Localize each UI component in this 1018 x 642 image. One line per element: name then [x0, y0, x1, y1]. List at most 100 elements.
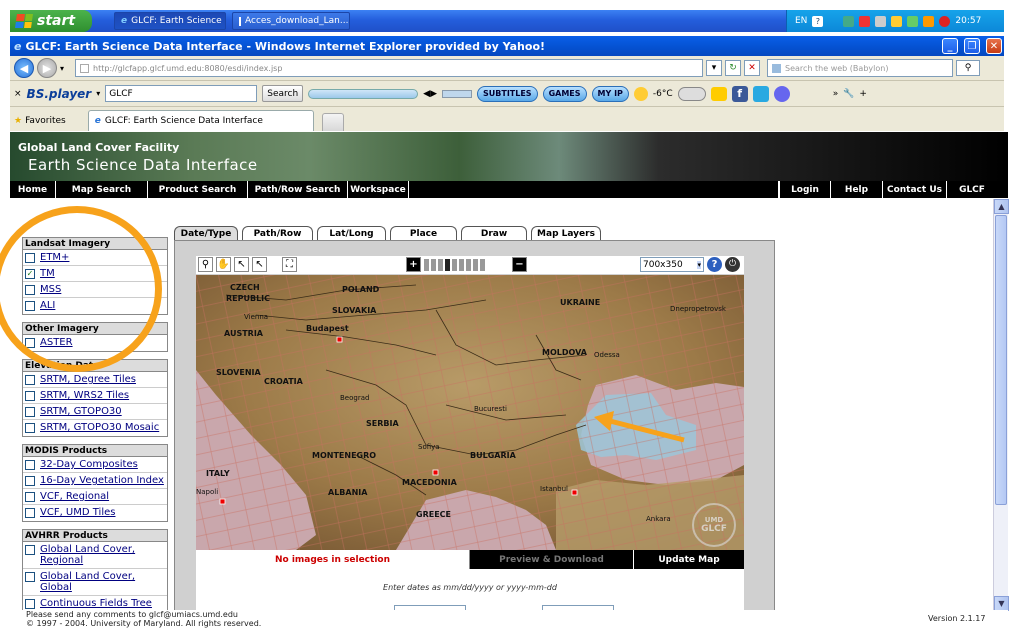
checkbox[interactable]	[25, 545, 35, 555]
dataset-link[interactable]: VCF, UMD Tiles	[40, 507, 115, 518]
update-icon[interactable]	[907, 15, 919, 27]
messenger-icon[interactable]	[677, 86, 706, 101]
zoom-scale-bar[interactable]	[424, 259, 485, 271]
url-dropdown-icon[interactable]: ▾	[706, 60, 723, 76]
add-icon[interactable]: +	[859, 89, 867, 99]
antivirus-icon[interactable]	[891, 15, 903, 27]
email-icon[interactable]	[710, 86, 727, 101]
checkbox[interactable]	[25, 375, 35, 385]
tab-path-row[interactable]: Path/Row	[242, 226, 313, 240]
favorites-button[interactable]: ★ Favorites	[14, 110, 66, 131]
full-extent-icon[interactable]: ⛶	[282, 257, 297, 272]
nav-home[interactable]: Home	[10, 181, 56, 198]
checkbox[interactable]	[25, 460, 35, 470]
bsplayer-logo[interactable]: BS.player	[27, 87, 92, 101]
checkbox[interactable]	[25, 391, 35, 401]
toolbar-search-button[interactable]: Search	[262, 85, 304, 102]
help-icon[interactable]: ?	[812, 15, 824, 27]
query-pointer-icon[interactable]: ↖	[252, 257, 267, 272]
facebook-icon[interactable]: f	[731, 85, 748, 102]
checkbox[interactable]	[25, 492, 35, 502]
dataset-link[interactable]: SRTM, Degree Tiles	[40, 374, 136, 385]
twitter-icon[interactable]	[752, 85, 769, 102]
dataset-link[interactable]: SRTM, GTOPO30	[40, 406, 122, 417]
checkbox[interactable]	[25, 508, 35, 518]
start-button[interactable]: start	[10, 10, 92, 32]
weather-icon[interactable]	[633, 86, 648, 101]
minimize-button[interactable]: _	[942, 38, 958, 54]
map-size-select[interactable]: 700x350 ▾	[640, 257, 704, 272]
nav-contact-us[interactable]: Contact Us	[883, 181, 947, 198]
checkbox[interactable]	[25, 407, 35, 417]
temperature-readout[interactable]: -6°C	[653, 89, 673, 99]
bsplayer-dropdown-icon[interactable]: ▾	[96, 89, 100, 98]
alert-icon[interactable]	[939, 15, 951, 27]
tab-lat-long[interactable]: Lat/Long	[317, 226, 386, 240]
nav-workspace[interactable]: Workspace	[348, 181, 409, 198]
zoom-out-icon[interactable]: −	[512, 257, 527, 272]
wrench-icon[interactable]: 🔧	[843, 89, 854, 99]
security-icon[interactable]	[859, 15, 871, 27]
scroll-thumb[interactable]	[995, 215, 1007, 505]
back-arrow-icon[interactable]: ◀	[14, 58, 34, 78]
dataset-link[interactable]: Continuous Fields Tree	[40, 598, 152, 609]
nav-map-search[interactable]: Map Search	[56, 181, 148, 198]
search-magnifier-icon[interactable]: ⚲	[956, 60, 981, 76]
url-field[interactable]: http://glcfapp.glcf.umd.edu:8080/esdi/in…	[75, 59, 704, 77]
dataset-link[interactable]: VCF, Regional	[40, 491, 109, 502]
scroll-down-icon[interactable]: ▼	[994, 596, 1009, 611]
refresh-icon[interactable]: ↻	[725, 60, 742, 76]
zoom-magnifier-icon[interactable]: ⚲	[198, 257, 213, 272]
media-control-icon[interactable]: ◀▶	[423, 89, 437, 99]
page-scrollbar[interactable]: ▲ ▼	[993, 199, 1009, 611]
nav-product-search[interactable]: Product Search	[148, 181, 248, 198]
history-dropdown-icon[interactable]: ▾	[60, 64, 64, 73]
checkbox[interactable]	[25, 572, 35, 582]
pan-hand-icon[interactable]: ✋	[216, 257, 231, 272]
task-access-download[interactable]: Acces_download_Lan...	[232, 12, 350, 30]
myip-button[interactable]: MY IP	[591, 85, 629, 102]
subtitles-button[interactable]: SUBTITLES	[477, 85, 538, 102]
tab-place[interactable]: Place	[390, 226, 457, 240]
nav-glcf[interactable]: GLCF	[947, 181, 997, 198]
checkbox[interactable]	[25, 476, 35, 486]
shield-icon[interactable]	[923, 15, 935, 27]
network-icon[interactable]	[843, 15, 855, 27]
select-pointer-icon[interactable]: ↖	[234, 257, 249, 272]
nav-help[interactable]: Help	[831, 181, 883, 198]
toolbar-slider[interactable]	[308, 88, 419, 99]
tab-date-type[interactable]: Date/Type	[174, 226, 238, 240]
checkbox[interactable]	[25, 599, 35, 609]
dataset-link[interactable]: 32-Day Composites	[40, 459, 138, 470]
toolbar-search-input[interactable]: GLCF	[105, 85, 258, 102]
close-button[interactable]: ✕	[986, 38, 1002, 54]
nav-login[interactable]: Login	[779, 181, 831, 198]
tab-map-layers[interactable]: Map Layers	[531, 226, 601, 240]
help-icon[interactable]: ?	[707, 257, 722, 272]
dataset-link[interactable]: SRTM, GTOPO30 Mosaic	[40, 422, 159, 433]
preview-download-button[interactable]: Preview & Download	[470, 550, 634, 569]
new-tab-button[interactable]	[321, 113, 344, 131]
dataset-link[interactable]: SRTM, WRS2 Tiles	[40, 390, 129, 401]
zoom-in-icon[interactable]: +	[406, 257, 421, 272]
scroll-up-icon[interactable]: ▲	[994, 199, 1009, 214]
update-map-button[interactable]: Update Map	[634, 550, 744, 569]
dataset-link[interactable]: 16-Day Vegetation Index	[40, 475, 164, 486]
browser-tab[interactable]: e GLCF: Earth Science Data Interface	[87, 110, 314, 131]
task-glcf[interactable]: e GLCF: Earth Science ...	[114, 12, 226, 30]
checkbox[interactable]	[25, 423, 35, 433]
bug-icon[interactable]	[773, 85, 790, 102]
stop-icon[interactable]: ✕	[744, 60, 761, 76]
map-view[interactable]: CZECH REPUBLIC POLAND UKRAINE Vienna SLOVAKIA…	[196, 275, 744, 550]
web-search-input[interactable]: Search the web (Babylon)	[767, 59, 954, 77]
dataset-link[interactable]: Global Land Cover, Global	[40, 571, 165, 593]
games-button[interactable]: GAMES	[542, 85, 587, 102]
power-icon[interactable]: ⏻	[725, 257, 740, 272]
maximize-button[interactable]: ❐	[964, 38, 980, 54]
tab-draw[interactable]: Draw	[461, 226, 527, 240]
close-toolbar-icon[interactable]: ×	[14, 89, 22, 99]
language-indicator[interactable]: EN	[795, 16, 807, 26]
volume-icon[interactable]	[875, 15, 887, 27]
forward-arrow-icon[interactable]: ▶	[37, 58, 57, 78]
nav-path-row-search[interactable]: Path/Row Search	[248, 181, 348, 198]
